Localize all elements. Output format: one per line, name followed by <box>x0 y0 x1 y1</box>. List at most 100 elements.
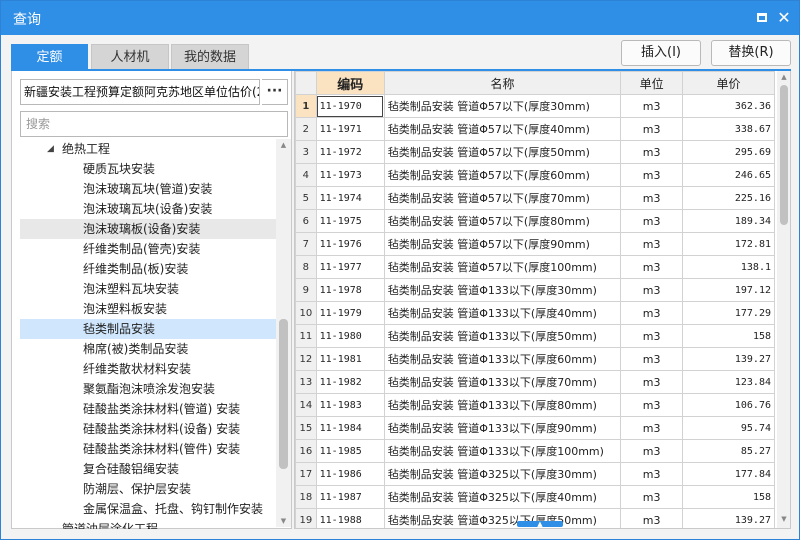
table-row[interactable]: 10 11-1979 毡类制品安装 管道Φ133以下(厚度40mm) m3 177.29 <box>295 301 775 325</box>
table-row[interactable]: 3 11-1972 毡类制品安装 管道Φ57以下(厚度50mm) m3 295.69 <box>295 140 775 164</box>
search-input[interactable] <box>20 111 288 137</box>
row-number[interactable]: 3 <box>295 140 317 164</box>
cell-name[interactable]: 毡类制品安装 管道Φ57以下(厚度40mm) <box>383 117 622 141</box>
table-row[interactable]: 11 11-1980 毡类制品安装 管道Φ133以下(厚度50mm) m3 158 <box>295 324 775 348</box>
tree-node[interactable]: 毡类制品安装 <box>20 319 276 339</box>
table-row[interactable]: 1 11-1970 毡类制品安装 管道Φ57以下(厚度30mm) m3 362.36 <box>295 94 775 118</box>
row-number[interactable]: 12 <box>295 347 317 371</box>
cell-price[interactable]: 177.84 <box>682 462 775 486</box>
row-number[interactable]: 13 <box>295 370 317 394</box>
cell-price[interactable]: 362.36 <box>682 94 775 118</box>
cell-unit[interactable]: m3 <box>620 462 684 486</box>
cell-name[interactable]: 毡类制品安装 管道Φ133以下(厚度70mm) <box>383 370 622 394</box>
tree-node[interactable]: 纤维类制品(板)安装 <box>20 259 276 279</box>
tree-node[interactable]: 棉席(被)类制品安装 <box>20 339 276 359</box>
table-row[interactable]: 13 11-1982 毡类制品安装 管道Φ133以下(厚度70mm) m3 123.84 <box>295 370 775 394</box>
table-row[interactable]: 2 11-1971 毡类制品安装 管道Φ57以下(厚度40mm) m3 338.67 <box>295 117 775 141</box>
row-number[interactable]: 4 <box>295 163 317 187</box>
expand-arrow-icon[interactable]: ◢ <box>47 139 54 159</box>
table-row[interactable]: 15 11-1984 毡类制品安装 管道Φ133以下(厚度90mm) m3 95.74 <box>295 416 775 440</box>
cell-code[interactable]: 11-1984 <box>315 416 385 440</box>
cell-price[interactable]: 172.81 <box>682 232 775 256</box>
column-header-price[interactable]: 单价 <box>682 71 775 95</box>
cell-price[interactable]: 189.34 <box>682 209 775 233</box>
table-row[interactable]: 4 11-1973 毡类制品安装 管道Φ57以下(厚度60mm) m3 246.65 <box>295 163 775 187</box>
cell-name[interactable]: 毡类制品安装 管道Φ133以下(厚度40mm) <box>383 301 622 325</box>
table-row[interactable]: 7 11-1976 毡类制品安装 管道Φ57以下(厚度90mm) m3 172.81 <box>295 232 775 256</box>
grid-scrollbar[interactable]: ▲ ▼ <box>777 71 790 528</box>
tree-scroll-thumb[interactable] <box>279 319 288 469</box>
cell-name[interactable]: 毡类制品安装 管道Φ57以下(厚度30mm) <box>383 94 622 118</box>
cell-name[interactable]: 毡类制品安装 管道Φ325以下(厚度50mm) <box>383 508 622 528</box>
row-number[interactable]: 17 <box>295 462 317 486</box>
library-more-button[interactable]: ··· <box>262 79 288 105</box>
cell-name[interactable]: 毡类制品安装 管道Φ57以下(厚度100mm) <box>383 255 622 279</box>
cell-code[interactable]: 11-1985 <box>315 439 385 463</box>
cell-price[interactable]: 197.12 <box>682 278 775 302</box>
tree-node[interactable]: 聚氨酯泡沫喷涂发泡安装 <box>20 379 276 399</box>
tree-node[interactable]: 纤维类制品(管壳)安装 <box>20 239 276 259</box>
table-row[interactable]: 16 11-1985 毡类制品安装 管道Φ133以下(厚度100mm) m3 85.27 <box>295 439 775 463</box>
cell-unit[interactable]: m3 <box>620 347 684 371</box>
cell-unit[interactable]: m3 <box>620 393 684 417</box>
table-row[interactable]: 8 11-1977 毡类制品安装 管道Φ57以下(厚度100mm) m3 138.1 <box>295 255 775 279</box>
cell-name[interactable]: 毡类制品安装 管道Φ325以下(厚度30mm) <box>383 462 622 486</box>
cell-price[interactable]: 139.27 <box>682 347 775 371</box>
cell-unit[interactable]: m3 <box>620 140 684 164</box>
cell-code[interactable]: 11-1971 <box>315 117 385 141</box>
cell-unit[interactable]: m3 <box>620 439 684 463</box>
row-number[interactable]: 6 <box>295 209 317 233</box>
row-number[interactable]: 11 <box>295 324 317 348</box>
cell-unit[interactable]: m3 <box>620 324 684 348</box>
cell-name[interactable]: 毡类制品安装 管道Φ325以下(厚度40mm) <box>383 485 622 509</box>
cell-price[interactable]: 177.29 <box>682 301 775 325</box>
tree-node[interactable]: 泡沫塑料板安装 <box>20 299 276 319</box>
cell-name[interactable]: 毡类制品安装 管道Φ57以下(厚度90mm) <box>383 232 622 256</box>
cell-code[interactable]: 11-1979 <box>315 301 385 325</box>
table-row[interactable]: 14 11-1983 毡类制品安装 管道Φ133以下(厚度80mm) m3 106.76 <box>295 393 775 417</box>
row-number[interactable]: 9 <box>295 278 317 302</box>
tab-quota[interactable]: 定额 <box>11 44 88 70</box>
row-number[interactable]: 14 <box>295 393 317 417</box>
row-number[interactable]: 16 <box>295 439 317 463</box>
cell-name[interactable]: 毡类制品安装 管道Φ133以下(厚度60mm) <box>383 347 622 371</box>
tree-node[interactable]: 泡沫玻璃板(设备)安装 <box>20 219 276 239</box>
cell-name[interactable]: 毡类制品安装 管道Φ57以下(厚度80mm) <box>383 209 622 233</box>
scroll-up-icon[interactable]: ▲ <box>780 73 788 81</box>
tree-node[interactable]: 复合硅酸铝绳安装 <box>20 459 276 479</box>
tab-materials[interactable]: 人材机 <box>91 44 169 70</box>
cell-price[interactable]: 158 <box>682 324 775 348</box>
row-number[interactable]: 18 <box>295 485 317 509</box>
cell-code[interactable]: 11-1975 <box>315 209 385 233</box>
cell-code[interactable]: 11-1973 <box>315 163 385 187</box>
cell-unit[interactable]: m3 <box>620 485 684 509</box>
scroll-down-icon[interactable]: ▼ <box>279 517 288 525</box>
row-number[interactable]: 7 <box>295 232 317 256</box>
tree-node[interactable]: 泡沫玻璃瓦块(管道)安装 <box>20 179 276 199</box>
cell-name[interactable]: 毡类制品安装 管道Φ57以下(厚度50mm) <box>383 140 622 164</box>
column-header-unit[interactable]: 单位 <box>620 71 684 95</box>
insert-button[interactable]: 插入(I) <box>621 40 701 66</box>
cell-price[interactable]: 225.16 <box>682 186 775 210</box>
scroll-down-icon[interactable]: ▼ <box>780 515 788 523</box>
column-header-name[interactable]: 名称 <box>383 71 622 95</box>
row-number[interactable]: 8 <box>295 255 317 279</box>
tree-node[interactable]: 硅酸盐类涂抹材料(管件) 安装 <box>20 439 276 459</box>
cell-unit[interactable]: m3 <box>620 508 684 528</box>
tree-node[interactable]: 纤维类散状材料安装 <box>20 359 276 379</box>
tree-node[interactable]: 泡沫塑料瓦块安装 <box>20 279 276 299</box>
cell-unit[interactable]: m3 <box>620 301 684 325</box>
tree-node[interactable]: 防潮层、保护层安装 <box>20 479 276 499</box>
cell-code[interactable]: 11-1980 <box>315 324 385 348</box>
cell-price[interactable]: 338.67 <box>682 117 775 141</box>
cell-unit[interactable]: m3 <box>620 94 684 118</box>
tree-node[interactable]: 金属保温盒、托盘、钩钉制作安装 <box>20 499 276 519</box>
cell-code[interactable]: 11-1981 <box>315 347 385 371</box>
cell-price[interactable]: 123.84 <box>682 370 775 394</box>
cell-code[interactable]: 11-1976 <box>315 232 385 256</box>
cell-code[interactable]: 11-1988 <box>315 508 385 528</box>
cell-price[interactable]: 295.69 <box>682 140 775 164</box>
cell-code[interactable]: 11-1977 <box>315 255 385 279</box>
cell-code[interactable]: 11-1974 <box>315 186 385 210</box>
tree-scrollbar[interactable]: ▲ ▼ <box>276 139 291 527</box>
